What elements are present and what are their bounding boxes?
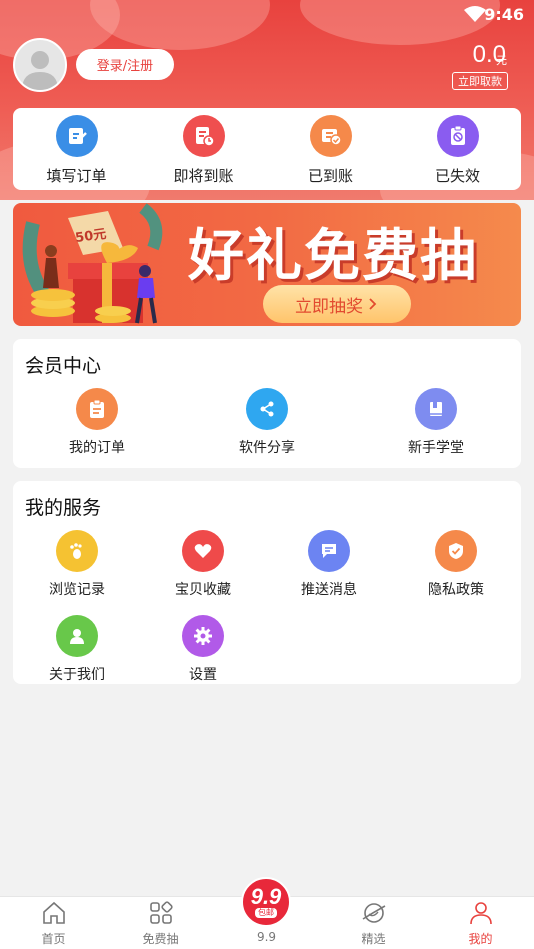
member-item-label: 软件分享 <box>239 440 295 456</box>
service-item-messages[interactable]: 推送消息 <box>274 530 384 599</box>
member-item-label: 新手学堂 <box>408 440 464 456</box>
draw-now-button[interactable]: 立即抽奖 <box>263 285 411 323</box>
nine-nine-icon[interactable]: 9.9 包邮 <box>241 877 291 927</box>
tab-featured[interactable]: 精选 <box>320 897 427 949</box>
badge-sub: 包邮 <box>255 908 277 918</box>
service-item-label: 关于我们 <box>49 667 105 683</box>
tab-label: 我的 <box>468 932 493 946</box>
person-icon <box>56 615 98 657</box>
service-item-about[interactable]: 关于我们 <box>22 615 132 684</box>
service-item-label: 浏览记录 <box>49 582 105 598</box>
avatar[interactable] <box>13 38 67 92</box>
chevron-right-icon <box>369 298 377 310</box>
order-item-received[interactable]: 已到账 <box>267 108 394 190</box>
order-status-card: 填写订单 即将到账 已到账 已失效 <box>13 108 521 190</box>
profile-icon <box>469 902 492 925</box>
member-item-academy[interactable]: 新手学堂 <box>381 388 491 457</box>
service-item-label: 推送消息 <box>301 582 357 598</box>
heart-icon <box>182 530 224 572</box>
pending-icon <box>182 115 225 157</box>
lottery-banner[interactable]: 50元 好礼免费抽 立即抽奖 <box>13 203 521 326</box>
status-time: 9:46 <box>484 5 524 24</box>
gear-icon <box>182 615 224 657</box>
status-bar: 9:46 <box>0 0 534 30</box>
section-title: 我的服务 <box>25 497 102 519</box>
gift-illustration <box>22 203 163 324</box>
tab-label: 精选 <box>361 932 386 946</box>
service-item-label: 隐私政策 <box>428 582 484 598</box>
received-icon <box>309 115 352 157</box>
order-item-fill[interactable]: 填写订单 <box>13 108 140 190</box>
message-icon <box>308 530 350 572</box>
book-icon <box>415 388 457 430</box>
my-services-card: 我的服务 浏览记录 宝贝收藏 推送消息 隐私政策 关于我们 设置 <box>13 481 521 684</box>
tab-free-draw[interactable]: 免费抽 <box>107 897 214 949</box>
clipboard-icon <box>76 388 118 430</box>
expired-icon <box>436 115 479 157</box>
tab-label: 免费抽 <box>142 932 179 946</box>
member-item-label: 我的订单 <box>69 440 125 456</box>
balance-unit: 元 <box>496 54 507 67</box>
order-item-expired[interactable]: 已失效 <box>394 108 521 190</box>
grid-icon <box>149 901 173 924</box>
shield-icon <box>435 530 477 572</box>
service-item-history[interactable]: 浏览记录 <box>22 530 132 599</box>
service-item-privacy[interactable]: 隐私政策 <box>401 530 511 599</box>
tab-label: 9.9 <box>256 930 277 944</box>
banner-title: 好礼免费抽 <box>188 224 478 289</box>
footprint-icon <box>56 530 98 572</box>
wifi-icon <box>464 6 486 22</box>
service-item-favorites[interactable]: 宝贝收藏 <box>148 530 258 599</box>
draw-now-label: 立即抽奖 <box>295 296 363 317</box>
login-register-button[interactable]: 登录/注册 <box>76 49 174 80</box>
order-item-label: 填写订单 <box>46 167 107 185</box>
tab-home[interactable]: 首页 <box>0 897 107 949</box>
service-item-settings[interactable]: 设置 <box>148 615 258 684</box>
section-title: 会员中心 <box>25 355 102 377</box>
planet-icon <box>362 903 385 923</box>
share-icon <box>246 388 288 430</box>
tab-label: 首页 <box>41 932 66 946</box>
service-item-label: 宝贝收藏 <box>175 582 231 598</box>
badge-number: 9.9 <box>250 884 282 909</box>
withdraw-button[interactable]: 立即取款 <box>452 72 508 90</box>
member-item-share[interactable]: 软件分享 <box>212 388 322 457</box>
member-center-card: 会员中心 我的订单 软件分享 新手学堂 <box>13 339 521 468</box>
member-item-orders[interactable]: 我的订单 <box>42 388 152 457</box>
default-avatar-icon <box>22 51 58 90</box>
order-item-label: 已失效 <box>434 167 480 185</box>
order-item-pending[interactable]: 即将到账 <box>140 108 267 190</box>
order-item-label: 已到账 <box>307 167 353 185</box>
edit-order-icon <box>55 115 98 157</box>
service-item-label: 设置 <box>189 667 217 683</box>
tab-mine[interactable]: 我的 <box>427 897 534 949</box>
home-icon <box>42 901 65 924</box>
order-item-label: 即将到账 <box>173 167 234 185</box>
